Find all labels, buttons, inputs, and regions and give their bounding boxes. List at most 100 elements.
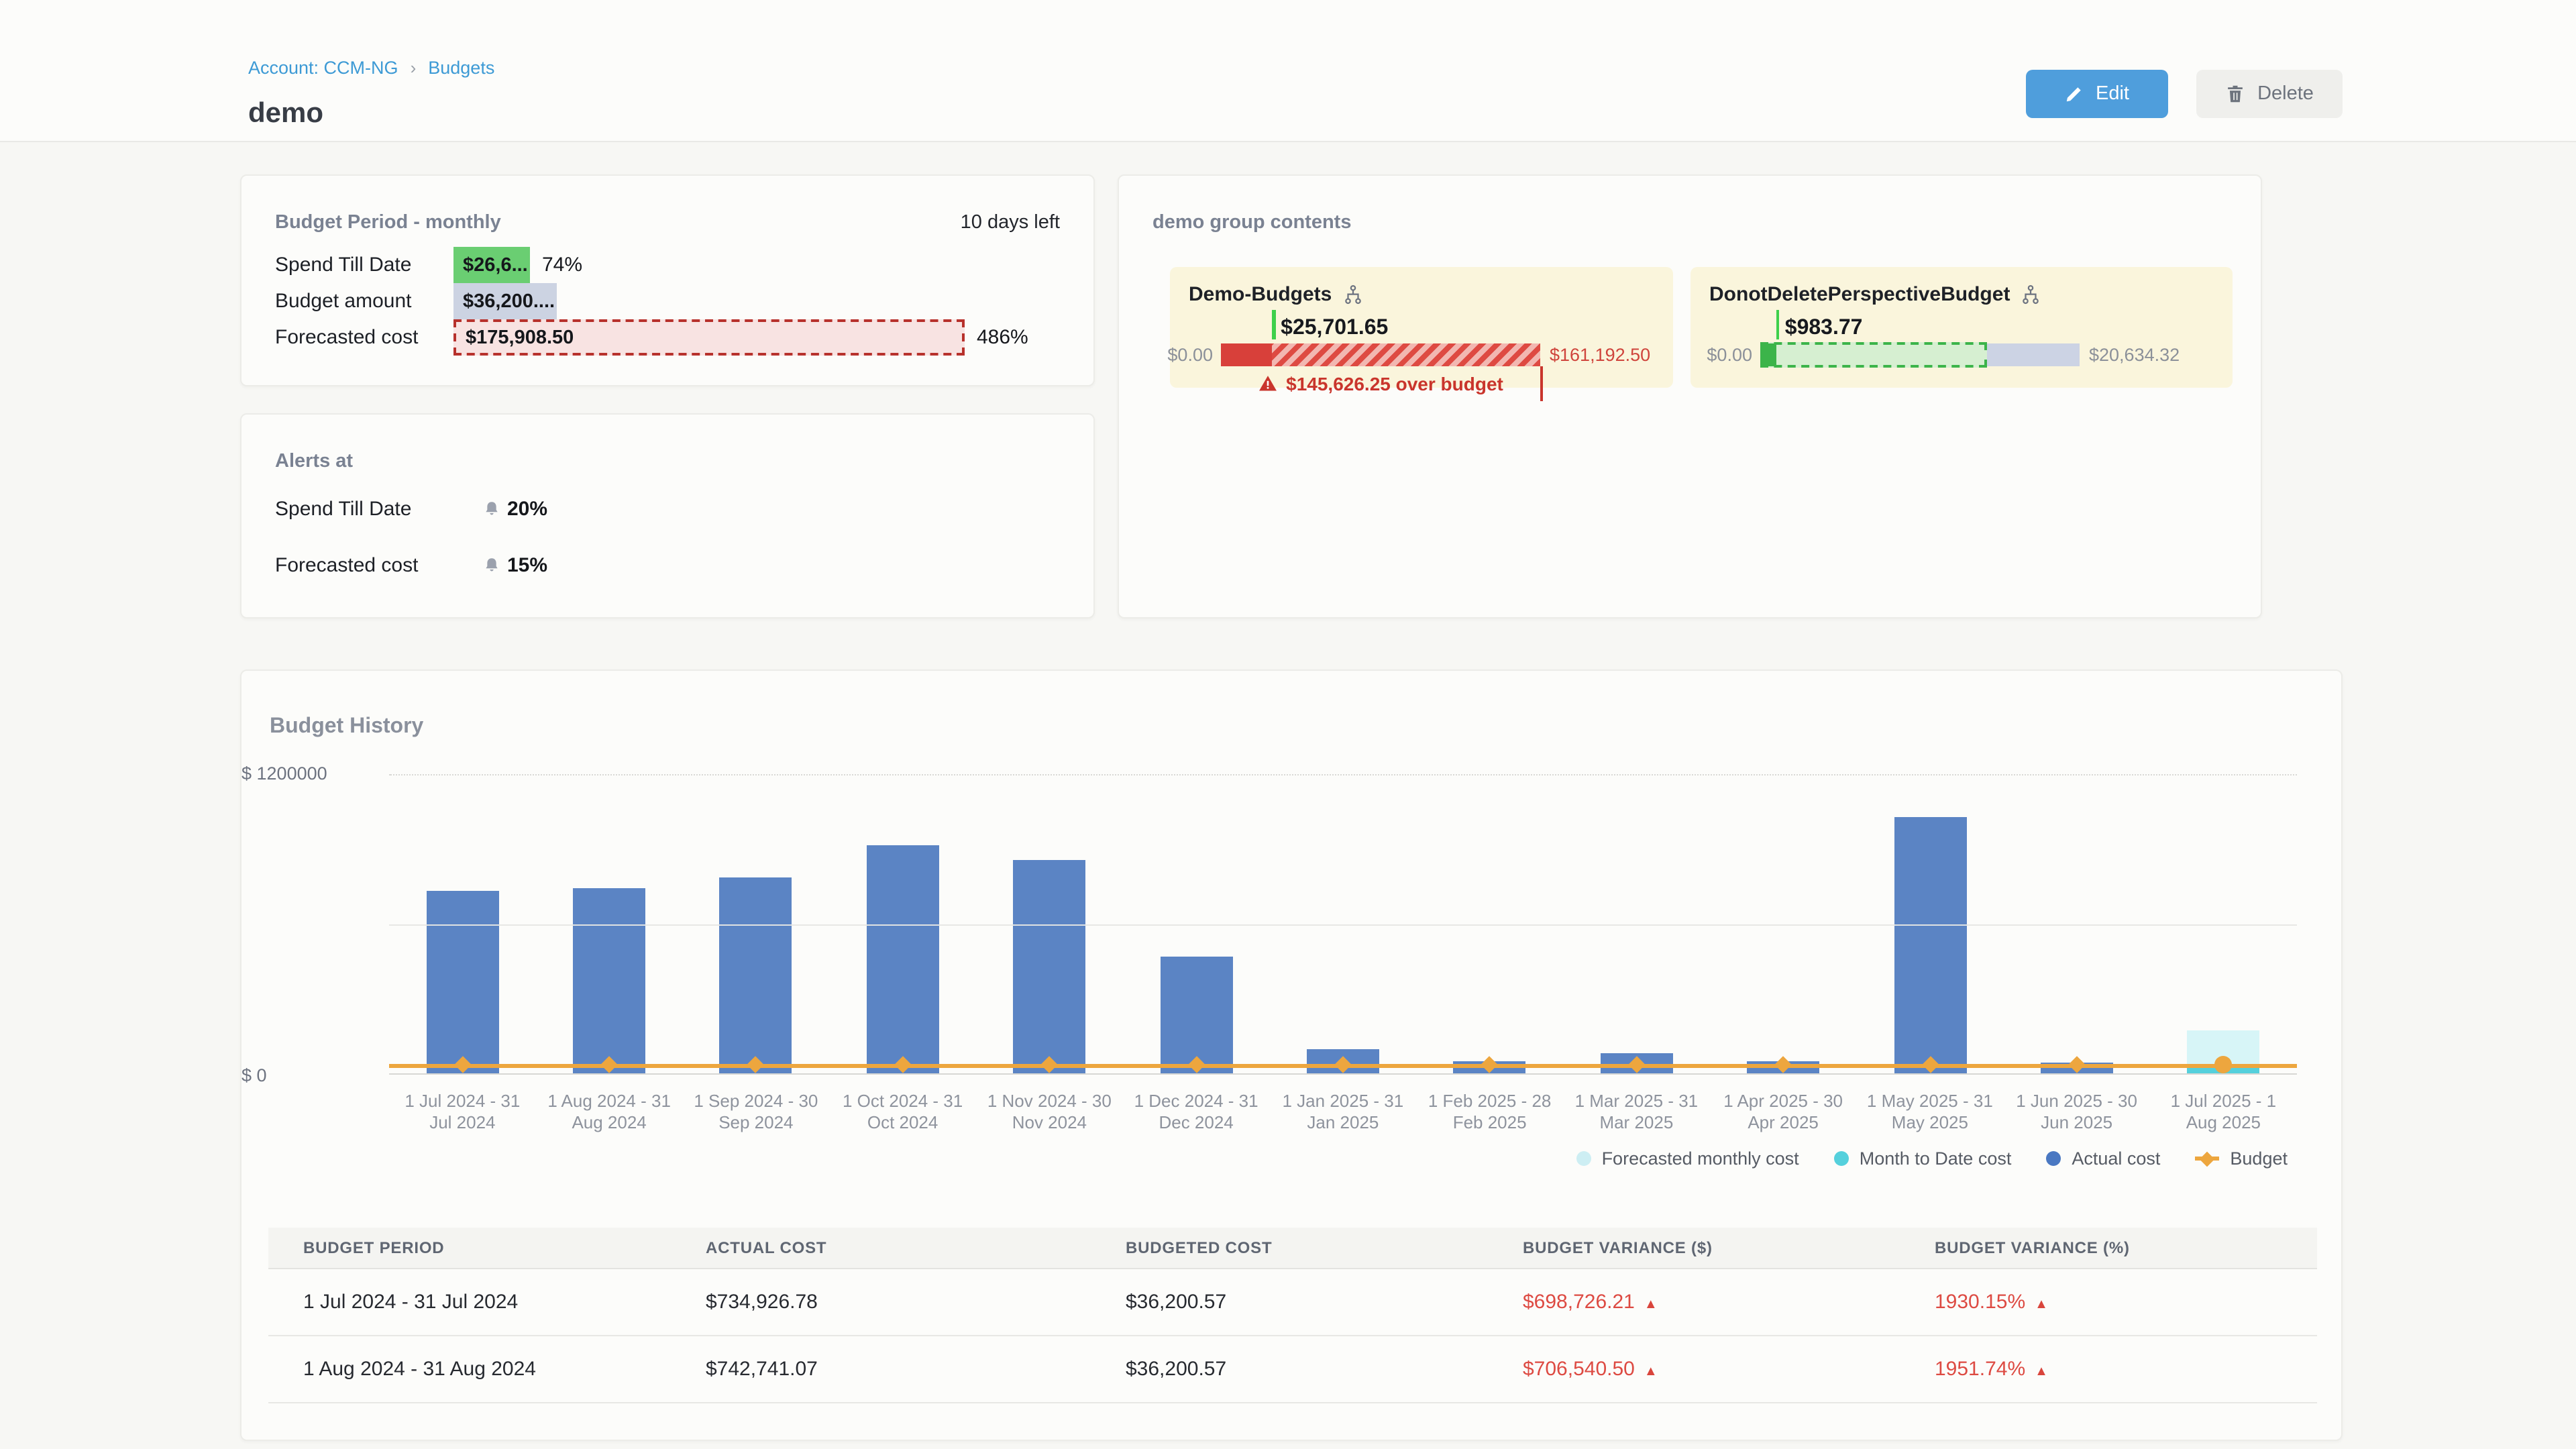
forecast-percent-label: 486% [977,326,1028,349]
chart-bar-actual [573,889,645,1075]
legend-swatch-icon [1576,1151,1591,1166]
budget-marker-icon [2215,1056,2233,1073]
x-axis-labels: 1 Jul 2024 - 31 Jul 20241 Aug 2024 - 31 … [389,1091,2297,1134]
bar-min-label: $0.00 [1167,345,1213,365]
actual-spend-segment [1221,343,1272,366]
x-axis-tick-label: 1 Jun 2025 - 30 Jun 2025 [2003,1091,2150,1134]
alerts-title: Alerts at [275,451,353,472]
spend-tick-icon [1272,310,1275,339]
budget-name: DonotDeletePerspectiveBudget [1709,283,2010,306]
up-arrow-icon: ▲ [1644,1364,1658,1379]
delete-button-label: Delete [2257,83,2314,105]
legend-item[interactable]: Budget [2195,1148,2288,1169]
forecasted-cost-bar: $175,908.50 [453,319,965,356]
up-arrow-icon: ▲ [1644,1297,1658,1312]
legend-swatch-icon [2195,1157,2219,1161]
edit-button[interactable]: Edit [2026,70,2168,118]
budget-name: Demo-Budgets [1189,283,1332,306]
budget-history-title: Budget History [270,715,423,739]
table-row: 1 Jul 2024 - 31 Jul 2024 $734,926.78 $36… [268,1269,2317,1336]
breadcrumb-separator-icon: › [411,58,417,78]
col-budget-variance-pct: BUDGET VARIANCE (%) [1900,1238,2317,1257]
budget-period-title: Budget Period - monthly [275,212,501,233]
x-axis-tick-label: 1 Jul 2025 - 1 Aug 2025 [2150,1091,2297,1134]
forecasted-cost-row: Forecasted cost $175,908.50 486% [275,319,1028,356]
alert-label: Spend Till Date [275,498,483,521]
budget-item-demo-budgets[interactable]: Demo-Budgets $0.00 $25,701.65 $161,192.5… [1170,267,1673,388]
legend-swatch-icon [2046,1151,2061,1166]
breadcrumb: Account: CCM-NG › Budgets [248,58,494,79]
alert-threshold: 15% [507,554,547,577]
x-axis-tick-label: 1 Aug 2024 - 31 Aug 2024 [536,1091,683,1134]
bar-max-label: $161,192.50 [1550,345,1650,365]
page-header: Account: CCM-NG › Budgets demo Edit Delete [0,0,2576,142]
row-label: Budget amount [275,290,453,313]
chart-bar-actual [720,877,792,1075]
y-axis-max-label: $ 1200000 [241,763,376,784]
legend-item[interactable]: Month to Date cost [1834,1148,2012,1169]
hierarchy-icon[interactable] [2021,284,2041,305]
x-axis-tick-label: 1 Jul 2024 - 31 Jul 2024 [389,1091,536,1134]
alerts-card: Alerts at Spend Till Date 20% Forecasted… [240,413,1095,619]
alert-label: Forecasted cost [275,554,483,577]
cell-budgeted: $36,200.57 [1091,1358,1488,1381]
budget-period-card: Budget Period - monthly 10 days left Spe… [240,174,1095,386]
warning-icon [1258,374,1277,393]
chart-bar-actual [426,891,498,1075]
up-arrow-icon: ▲ [2035,1297,2048,1312]
actual-spend-segment [1760,343,1776,366]
x-axis-tick-label: 1 Mar 2025 - 31 Mar 2025 [1563,1091,1710,1134]
budget-history-card: Budget History $ 1200000 $ 0 1 Jul 2024 … [240,669,2343,1441]
y-axis-zero-label: $ 0 [241,1065,376,1085]
row-label: Spend Till Date [275,254,453,276]
x-axis-tick-label: 1 Jan 2025 - 31 Jan 2025 [1270,1091,1417,1134]
pencil-icon [2065,85,2082,103]
legend-label: Forecasted monthly cost [1602,1148,1799,1169]
forecast-segment [1760,342,1987,368]
cell-variance-pct: 1951.74%▲ [1900,1358,2317,1381]
edit-button-label: Edit [2096,83,2129,105]
chart-bar-actual [1013,861,1085,1075]
spend-marker: $983.77 [1776,310,1863,339]
chart-bar-actual [1894,816,1966,1075]
col-budget-period: BUDGET PERIOD [268,1238,671,1257]
over-budget-line [1540,366,1543,401]
x-axis-tick-label: 1 Apr 2025 - 30 Apr 2025 [1710,1091,1857,1134]
spend-till-date-bar: $26,6... [453,247,530,283]
spend-value: $983.77 [1785,317,1863,339]
bar-max-label: $20,634.32 [2089,345,2180,365]
legend-item[interactable]: Actual cost [2046,1148,2160,1169]
days-left-label: 10 days left [961,212,1060,233]
budget-amount-row: Budget amount $36,200.... [275,283,557,319]
budget-amount-bar: $36,200.... [453,283,557,319]
budget-progress-bar: $0.00 $983.77 $20,634.32 [1760,343,2080,366]
budget-item-donotdelete[interactable]: DonotDeletePerspectiveBudget $0.00 $983.… [1690,267,2233,388]
cell-variance-usd: $706,540.50▲ [1488,1358,1900,1381]
col-budget-variance-usd: BUDGET VARIANCE ($) [1488,1238,1900,1257]
cell-period: 1 Jul 2024 - 31 Jul 2024 [268,1291,671,1313]
table-row: 1 Aug 2024 - 31 Aug 2024 $742,741.07 $36… [268,1336,2317,1403]
cell-actual: $742,741.07 [671,1358,1091,1381]
x-axis-tick-label: 1 May 2025 - 31 May 2025 [1857,1091,2004,1134]
breadcrumb-account-link[interactable]: Account: CCM-NG [248,58,398,78]
bell-icon [483,557,500,574]
hierarchy-icon[interactable] [1342,284,1362,305]
gridline-mid [389,924,2297,926]
x-axis-tick-label: 1 Nov 2024 - 30 Nov 2024 [976,1091,1123,1134]
spend-percent-label: 74% [542,254,582,276]
legend-label: Month to Date cost [1860,1148,2012,1169]
delete-button[interactable]: Delete [2196,70,2343,118]
budget-history-chart: $ 1200000 $ 0 [389,774,2297,1075]
cell-actual: $734,926.78 [671,1291,1091,1313]
over-budget-text: $145,626.25 over budget [1286,373,1503,394]
budget-progress-bar: $0.00 $25,701.65 $161,192.50 $145,626.25… [1221,343,1540,366]
col-budgeted-cost: BUDGETED COST [1091,1238,1488,1257]
budget-history-table: BUDGET PERIOD ACTUAL COST BUDGETED COST … [268,1228,2317,1403]
alert-row: Forecasted cost 15% [275,554,483,577]
breadcrumb-budgets-link[interactable]: Budgets [428,58,494,78]
page-title: demo [248,98,323,130]
legend-swatch-icon [1834,1151,1849,1166]
legend-item[interactable]: Forecasted monthly cost [1576,1148,1799,1169]
cell-variance-pct: 1930.15%▲ [1900,1291,2317,1313]
up-arrow-icon: ▲ [2035,1364,2048,1379]
